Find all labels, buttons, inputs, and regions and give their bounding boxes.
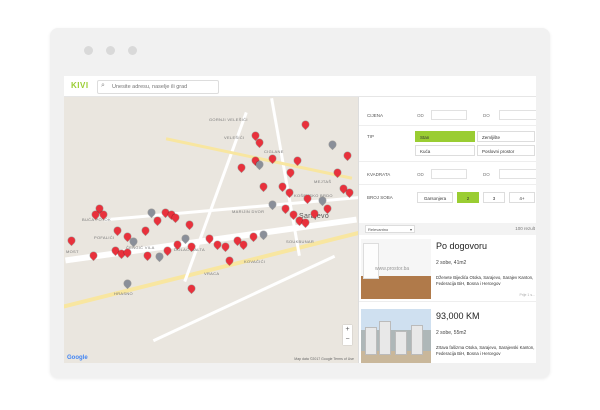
map-pin-icon[interactable] [154, 251, 165, 262]
map-label: POFALIĆI [94, 235, 115, 240]
map-label: VRACA [204, 271, 220, 276]
map-label: MEJTAŠ [314, 179, 332, 184]
search-input[interactable] [112, 82, 212, 91]
listing-address: Zrtava fašizma Otoka, Sarajevo, Sarajevs… [436, 345, 535, 356]
price-from-input[interactable] [431, 110, 467, 120]
type-label: TIP [367, 134, 375, 139]
map-pin-icon[interactable] [66, 235, 77, 246]
sort-select[interactable]: Relevantno ▾ [365, 225, 415, 233]
map-label: MOST [66, 249, 79, 254]
map-pin-icon[interactable] [184, 219, 195, 230]
area-from-label: OD [417, 172, 424, 177]
listing-card[interactable]: www.prostor.ba Po dogovoru 2 sobe, 41m2 … [359, 237, 536, 302]
type-option-poslovni[interactable]: Poslovni prostor [477, 145, 535, 156]
window-dot-icon [106, 46, 115, 55]
sort-selected: Relevantno [368, 227, 389, 232]
map-label: ČENGIĆ VILA [126, 245, 155, 250]
zoom-in-button[interactable]: + [343, 325, 352, 335]
map[interactable]: VELEŠIĆI CIGLANE MEJTAŠ KOŠEVSKO BRDO MA… [64, 97, 358, 363]
result-count: 100 rezult [515, 226, 535, 231]
map-pin-icon[interactable] [112, 225, 123, 236]
map-pin-icon[interactable] [236, 162, 247, 173]
map-pin-icon[interactable] [285, 167, 296, 178]
window-dot-icon [128, 46, 137, 55]
map-label: CIGLANE [264, 149, 284, 154]
type-option-kuca[interactable]: Kuća [415, 145, 475, 156]
map-pin-icon[interactable] [267, 199, 278, 210]
map-pin-icon[interactable] [238, 239, 249, 250]
map-label: HRASNO [114, 291, 133, 296]
zoom-out-button[interactable]: − [343, 335, 352, 345]
map-label: KOVAČIĆI [244, 259, 266, 264]
map-pin-icon[interactable] [300, 119, 311, 130]
area-to-input[interactable] [499, 169, 536, 179]
app-screen: KIVI ⌕ VELEŠIĆI CIGLANE MEJTAŠ KOŠEVSKO … [64, 76, 536, 363]
map-pin-icon[interactable] [322, 203, 333, 214]
listing-meta: Prije 1 s... [519, 293, 535, 297]
area-label: KVADRATA [367, 172, 391, 177]
listing-rooms: 2 sobe, 41m2 [436, 260, 467, 266]
search-icon: ⌕ [101, 82, 105, 89]
rooms-label: BROJ SOBA [367, 195, 393, 200]
listing-photo[interactable]: www.prostor.ba [361, 239, 431, 299]
map-label: KOŠEVSKO BRDO [294, 193, 333, 198]
map-label: SOUKBUNAR [286, 239, 315, 244]
area-to-label: DO [483, 172, 490, 177]
type-option-stan[interactable]: Stan [415, 131, 475, 142]
map-pin-icon[interactable] [284, 187, 295, 198]
area-from-input[interactable] [431, 169, 467, 179]
listing-rooms: 2 sobe, 55m2 [436, 330, 467, 336]
rooms-option-garsonjera[interactable]: Garsonjera [417, 192, 453, 203]
chevron-down-icon: ▾ [409, 227, 412, 232]
map-pin-icon[interactable] [152, 215, 163, 226]
map-label: VELEŠIĆI [224, 135, 245, 140]
map-pin-icon[interactable] [142, 250, 153, 261]
price-to-input[interactable] [499, 110, 536, 120]
rooms-option-2[interactable]: 2 [457, 192, 479, 203]
google-logo: Google [67, 355, 88, 361]
map-pin-icon[interactable] [327, 139, 338, 150]
listing-price: Po dogovoru [436, 241, 488, 251]
price-label: CIJENA [367, 113, 384, 118]
top-bar: KIVI ⌕ [64, 76, 536, 97]
window-dot-icon [84, 46, 93, 55]
sort-bar: Relevantno ▾ 100 rezult [359, 223, 536, 235]
map-pin-icon[interactable] [342, 150, 353, 161]
logo[interactable]: KIVI [71, 81, 89, 90]
search-box[interactable]: ⌕ [97, 80, 219, 94]
zoom-control: + − [343, 325, 352, 345]
map-label: GORNJI VELEŠIĆI [209, 117, 248, 122]
price-from-label: OD [417, 113, 424, 118]
listing-photo[interactable] [361, 309, 431, 363]
rooms-option-3[interactable]: 3 [483, 192, 505, 203]
type-option-zemljiste[interactable]: Zemljište [477, 131, 535, 142]
price-to-label: DO [483, 113, 490, 118]
map-pin-icon[interactable] [140, 225, 151, 236]
map-credit[interactable]: Map data ©2017 Google Terms of Use [294, 357, 354, 361]
map-pin-icon[interactable] [220, 241, 231, 252]
map-pin-icon[interactable] [258, 181, 269, 192]
map-label: MARIJIN DVOR [232, 209, 265, 214]
rooms-option-4plus[interactable]: 4+ [509, 192, 535, 203]
photo-watermark: www.prostor.ba [375, 266, 410, 272]
listing-price: 93,000 KM [436, 311, 480, 321]
listing-address: Dženete Bijedića Otoka, Sarajevo, Saraje… [436, 275, 534, 286]
map-pin-icon[interactable] [186, 283, 197, 294]
map-pin-icon[interactable] [254, 137, 265, 148]
filter-and-results-panel: CIJENA OD DO TIP Stan Zemljište Kuća Pos… [358, 97, 536, 363]
listing-card[interactable]: 93,000 KM 2 sobe, 55m2 Zrtava fašizma Ot… [359, 307, 536, 363]
